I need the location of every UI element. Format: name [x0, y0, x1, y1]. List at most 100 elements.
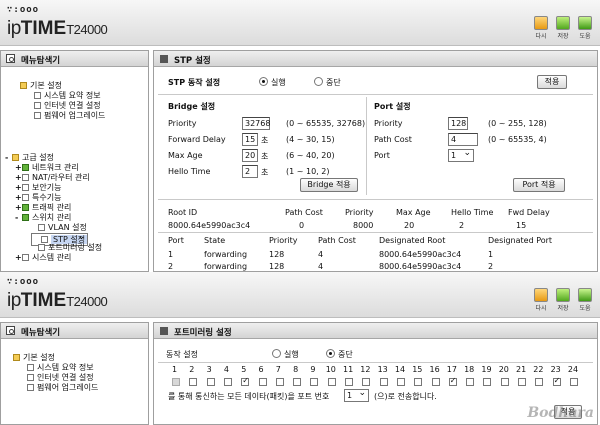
menu-item-label: 펌웨어 업그레이드: [44, 111, 106, 120]
menu-item[interactable]: 펌웨어 업그레이드: [27, 111, 105, 121]
bridge-field-input[interactable]: 15: [242, 133, 258, 146]
port-checkbox[interactable]: [535, 378, 544, 386]
folder-icon: [12, 154, 19, 161]
save-button[interactable]: 저장: [554, 288, 572, 312]
port-checkbox[interactable]: [172, 378, 180, 386]
menu-explorer-label: 메뉴탐색기: [21, 56, 61, 66]
tree-toggle[interactable]: -: [15, 213, 22, 223]
port-number: 22: [533, 365, 544, 374]
refresh-button[interactable]: 다시: [532, 288, 550, 312]
mirror-run-radio[interactable]: [272, 349, 281, 358]
bridge-apply-button[interactable]: Bridge 적용: [300, 178, 358, 192]
tree-toggle[interactable]: +: [15, 203, 22, 213]
tree-toggle[interactable]: -: [5, 153, 12, 163]
port-checkbox[interactable]: [362, 378, 371, 386]
port-number: 20: [498, 365, 509, 374]
port-checkbox[interactable]: [275, 378, 284, 386]
tree-toggle[interactable]: +: [15, 163, 22, 173]
tree-toggle[interactable]: +: [15, 253, 22, 263]
tree-toggle[interactable]: +: [15, 173, 22, 183]
port-checkbox[interactable]: [223, 378, 232, 386]
port-checkbox[interactable]: [345, 378, 353, 386]
table-cell: 128: [269, 250, 285, 259]
stp-stop-radio[interactable]: [314, 77, 323, 86]
port-checkbox[interactable]: [414, 378, 423, 386]
port-checkbox[interactable]: [206, 378, 215, 386]
root-header-cell: Hello Time: [451, 208, 494, 217]
target-port-select[interactable]: 1: [344, 388, 369, 402]
stp-run-radio[interactable]: [259, 77, 268, 86]
refresh-button[interactable]: 다시: [532, 16, 550, 40]
port-checkbox[interactable]: [518, 378, 526, 386]
menu-item[interactable]: 인터넷 연결 설정: [27, 101, 101, 111]
port-checkbox[interactable]: [396, 378, 405, 386]
menu-item[interactable]: - 스위치 관리: [15, 213, 71, 223]
menu-item[interactable]: 기본 설정: [13, 81, 62, 91]
port-checkbox[interactable]: [431, 378, 440, 386]
stp-stop-option[interactable]: 중단: [314, 77, 341, 88]
refresh-label: 다시: [535, 305, 547, 312]
port-select[interactable]: 1: [448, 148, 474, 162]
port-checkbox[interactable]: [466, 378, 475, 386]
tree-toggle[interactable]: +: [15, 193, 22, 203]
logo-model: T24000: [66, 22, 108, 37]
port-checkbox[interactable]: [189, 378, 198, 386]
menu-item[interactable]: 시스템 요약 정보: [27, 91, 101, 101]
menu-item[interactable]: + 트래픽 관리: [15, 203, 71, 213]
help-button[interactable]: 도움: [576, 288, 594, 312]
page-icon: [38, 224, 45, 231]
menu-item[interactable]: + 특수기능: [15, 193, 61, 203]
port-checkbox[interactable]: [310, 378, 319, 386]
stp-stop-label: 중단: [326, 78, 341, 87]
menu-item[interactable]: + 보안기능: [15, 183, 61, 193]
port-field-input[interactable]: 4: [448, 133, 478, 146]
port-checkbox[interactable]: [327, 378, 336, 386]
port-number: 15: [412, 365, 423, 374]
stp-apply-button[interactable]: 적용: [537, 75, 567, 89]
port-checkbox[interactable]: [448, 376, 457, 386]
page-icon: [27, 364, 34, 371]
port-checkbox[interactable]: [379, 378, 388, 386]
watermark: Bodhara: [527, 405, 594, 421]
page-icon: [22, 214, 29, 221]
menu-item[interactable]: 펌웨어 업그레이드: [27, 383, 98, 393]
port-checkbox[interactable]: [258, 378, 267, 386]
port-checkbox[interactable]: [569, 378, 578, 386]
menu-item[interactable]: + NAT/라우터 관리: [15, 173, 90, 183]
stp-run-option[interactable]: 실행: [259, 77, 286, 88]
port-checkbox[interactable]: [241, 376, 250, 386]
app-header: ∵:ooo ipTIMET24000 다시 저장 도움: [0, 272, 600, 318]
port-checkbox[interactable]: [500, 378, 509, 386]
mirror-stop-radio[interactable]: [326, 349, 335, 358]
menu-item[interactable]: + 네트워크 관리: [15, 163, 79, 173]
page-title: 포트미러링 설정: [174, 328, 232, 338]
mirror-stop-option[interactable]: 중단: [326, 349, 353, 360]
port-table-header: Designated Port: [488, 236, 553, 245]
save-button[interactable]: 저장: [554, 16, 572, 40]
tree-toggle[interactable]: +: [15, 183, 22, 193]
bridge-field-input[interactable]: 2: [242, 165, 258, 178]
folder-icon: [20, 82, 27, 89]
port-number: 17: [446, 365, 457, 374]
port-field-label: Path Cost: [374, 135, 412, 144]
port-apply-button[interactable]: Port 적용: [513, 178, 565, 192]
port-checkbox[interactable]: [552, 376, 561, 386]
menu-item[interactable]: + 시스템 관리: [15, 253, 71, 263]
menu-item[interactable]: 포트미러링 설정: [31, 243, 102, 253]
menu-item[interactable]: 기본 설정: [13, 353, 55, 363]
help-button[interactable]: 도움: [576, 16, 594, 40]
logo-ip: ip: [7, 18, 21, 39]
root-header-cell: Root ID: [168, 208, 198, 217]
port-checkbox[interactable]: [293, 378, 302, 386]
bridge-field-input[interactable]: 20: [242, 149, 258, 162]
help-label: 도움: [579, 33, 591, 40]
menu-item[interactable]: 인터넷 연결 설정: [27, 373, 94, 383]
port-checkbox[interactable]: [483, 378, 492, 386]
menu-item[interactable]: - 고급 설정: [5, 153, 54, 163]
port-field-input[interactable]: 128: [448, 117, 468, 130]
menu-item[interactable]: 시스템 요약 정보: [27, 363, 94, 373]
mirror-run-option[interactable]: 실행: [272, 349, 299, 360]
refresh-label: 다시: [535, 33, 547, 40]
stp-settings-window: ∵:ooo ipTIMET24000 다시 저장 도움 메뉴탐색기 기본 설정 시…: [0, 0, 600, 272]
bridge-field-input[interactable]: 32768: [242, 117, 270, 130]
